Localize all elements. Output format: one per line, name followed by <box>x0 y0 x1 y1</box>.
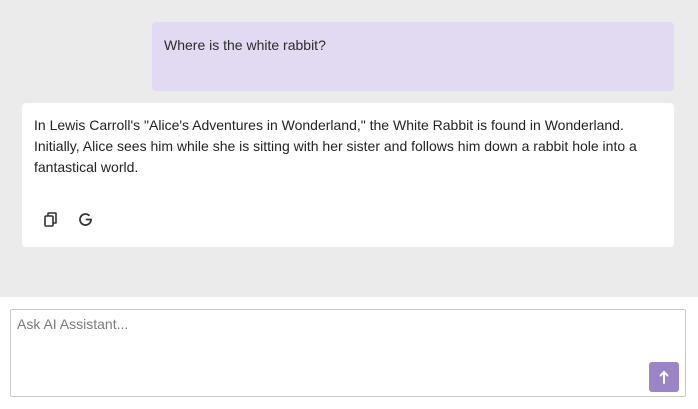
send-button[interactable] <box>649 362 679 392</box>
regenerate-button[interactable] <box>74 208 96 230</box>
copy-button[interactable] <box>40 208 62 230</box>
assistant-message: In Lewis Carroll's "Alice's Adventures i… <box>22 103 674 247</box>
arrow-up-icon <box>659 371 669 384</box>
user-message: Where is the white rabbit? <box>152 22 674 91</box>
regenerate-icon <box>78 212 92 226</box>
assistant-message-text: In Lewis Carroll's "Alice's Adventures i… <box>34 117 637 175</box>
message-actions <box>40 208 96 230</box>
copy-icon <box>44 211 57 227</box>
user-message-text: Where is the white rabbit? <box>164 37 326 53</box>
chat-area: Where is the white rabbit? In Lewis Carr… <box>0 0 698 297</box>
ask-input[interactable] <box>10 309 686 397</box>
composer <box>0 297 698 409</box>
